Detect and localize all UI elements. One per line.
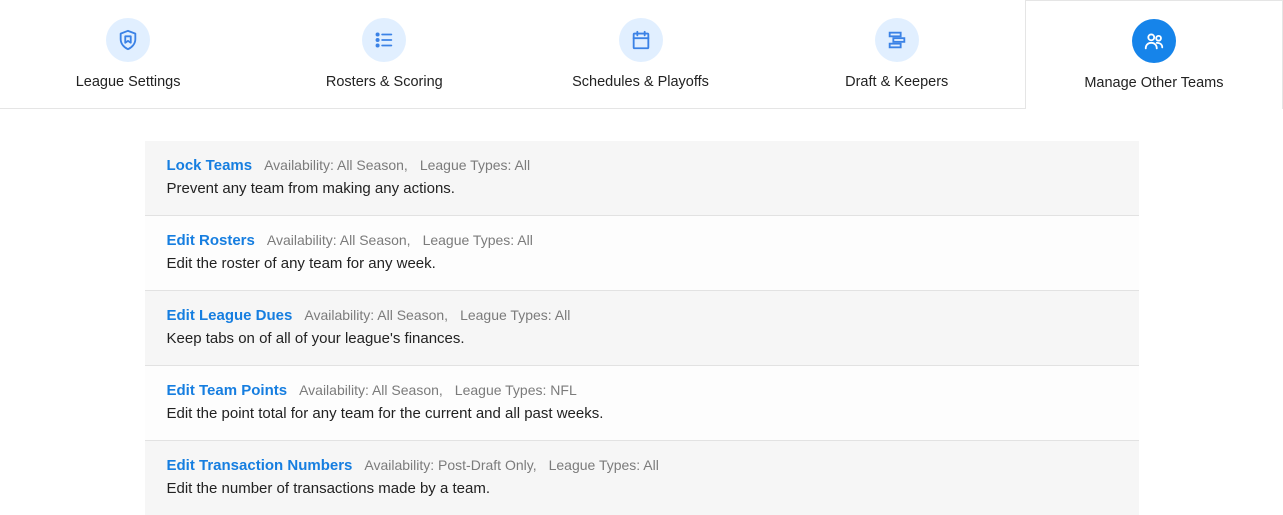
list-item: Edit Rosters Availability: All Season, L… bbox=[145, 216, 1139, 291]
list-item: Lock Teams Availability: All Season, Lea… bbox=[145, 141, 1139, 216]
row-link-edit-rosters[interactable]: Edit Rosters bbox=[167, 232, 255, 249]
tab-league-settings[interactable]: League Settings bbox=[0, 0, 256, 108]
people-icon bbox=[1132, 19, 1176, 63]
row-link-lock-teams[interactable]: Lock Teams bbox=[167, 157, 253, 174]
list-icon bbox=[362, 18, 406, 62]
row-league-types: League Types: All bbox=[423, 232, 533, 248]
bookmark-shield-icon bbox=[106, 18, 150, 62]
row-description: Prevent any team from making any actions… bbox=[167, 180, 1117, 197]
tab-label: Schedules & Playoffs bbox=[572, 74, 709, 90]
tab-schedules-playoffs[interactable]: Schedules & Playoffs bbox=[512, 0, 768, 108]
row-league-types: League Types: All bbox=[420, 157, 530, 173]
row-availability: Availability: All Season, bbox=[299, 382, 443, 398]
calendar-icon bbox=[619, 18, 663, 62]
tab-rosters-scoring[interactable]: Rosters & Scoring bbox=[256, 0, 512, 108]
row-description: Edit the point total for any team for th… bbox=[167, 405, 1117, 422]
tab-label: Draft & Keepers bbox=[845, 74, 948, 90]
tab-label: League Settings bbox=[76, 74, 181, 90]
tab-manage-other-teams[interactable]: Manage Other Teams bbox=[1025, 0, 1283, 109]
tab-label: Manage Other Teams bbox=[1084, 75, 1223, 91]
row-availability: Availability: All Season, bbox=[304, 307, 448, 323]
list-item: Edit Transaction Numbers Availability: P… bbox=[145, 441, 1139, 515]
settings-list: Lock Teams Availability: All Season, Lea… bbox=[145, 141, 1139, 515]
row-description: Edit the number of transactions made by … bbox=[167, 480, 1117, 497]
tabbar: League Settings Rosters & Scoring Schedu bbox=[0, 0, 1283, 109]
row-description: Edit the roster of any team for any week… bbox=[167, 255, 1117, 272]
row-link-edit-league-dues[interactable]: Edit League Dues bbox=[167, 307, 293, 324]
list-item: Edit League Dues Availability: All Seaso… bbox=[145, 291, 1139, 366]
row-league-types: League Types: All bbox=[549, 457, 659, 473]
tab-label: Rosters & Scoring bbox=[326, 74, 443, 90]
list-item: Edit Team Points Availability: All Seaso… bbox=[145, 366, 1139, 441]
tab-draft-keepers[interactable]: Draft & Keepers bbox=[769, 0, 1025, 108]
row-availability: Availability: Post-Draft Only, bbox=[364, 457, 536, 473]
row-availability: Availability: All Season, bbox=[267, 232, 411, 248]
row-link-edit-transaction-numbers[interactable]: Edit Transaction Numbers bbox=[167, 457, 353, 474]
row-availability: Availability: All Season, bbox=[264, 157, 408, 173]
stack-icon bbox=[875, 18, 919, 62]
row-link-edit-team-points[interactable]: Edit Team Points bbox=[167, 382, 288, 399]
row-description: Keep tabs on of all of your league's fin… bbox=[167, 330, 1117, 347]
row-league-types: League Types: NFL bbox=[455, 382, 577, 398]
row-league-types: League Types: All bbox=[460, 307, 570, 323]
